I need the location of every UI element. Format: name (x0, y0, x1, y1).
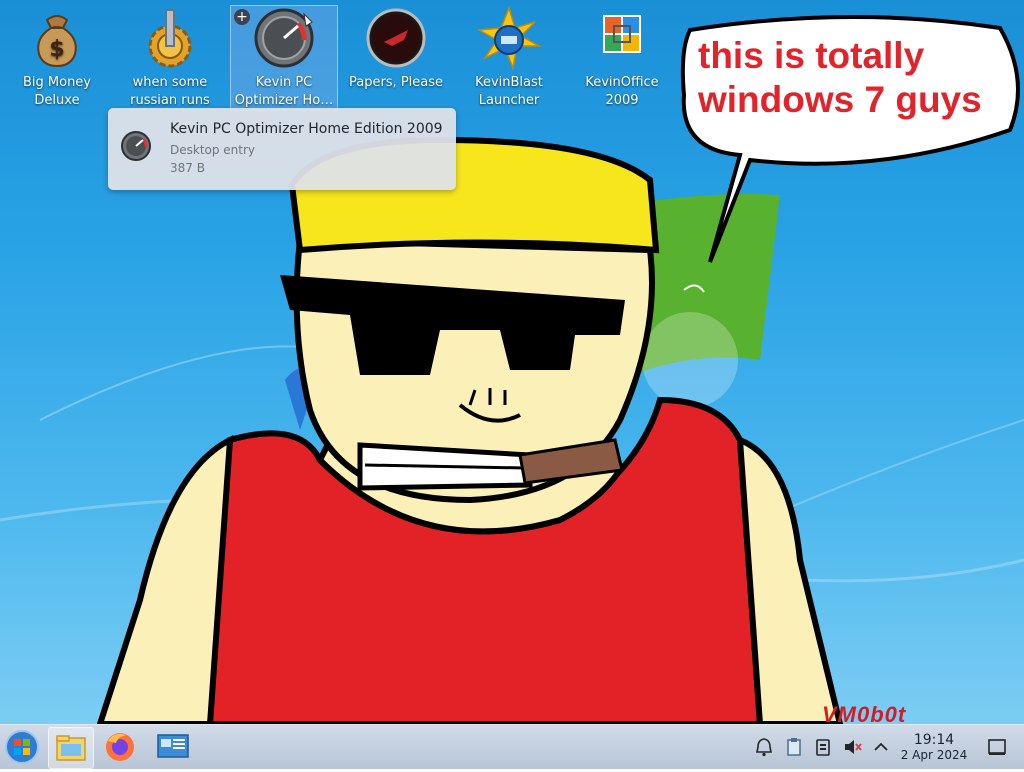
start-menu-button[interactable] (0, 727, 44, 767)
icon-label: Big Money Deluxe (22, 75, 91, 108)
taskbar-system-settings[interactable] (150, 727, 194, 767)
speedometer-icon (121, 131, 151, 161)
desktop-icon-kevinblast-launcher[interactable]: KevinBlast Launcher (456, 6, 562, 110)
artist-signature: VM0b0t (822, 702, 907, 724)
desktop-icon-kevinoffice-2009[interactable]: KevinOffice 2009 (569, 6, 675, 110)
desktop-icon-kevin-pc-optimizer[interactable]: + Kevin PC Optimizer Ho… (230, 5, 338, 111)
file-info-tooltip: Kevin PC Optimizer Home Edition 2009 Des… (108, 108, 456, 190)
kevinoffice-icon (603, 15, 641, 53)
gear-icon (148, 9, 192, 68)
icon-label: when some russian runs a… (130, 75, 210, 108)
volume-muted-icon[interactable] (842, 736, 864, 758)
taskbar-file-manager[interactable] (48, 727, 94, 769)
desktop[interactable]: $ Big Money Deluxe when some russian run… (0, 0, 1024, 724)
taskbar-firefox[interactable] (98, 727, 142, 767)
icon-label: KevinBlast Launcher (475, 75, 543, 108)
start-menu-icon (5, 730, 39, 764)
clipboard-icon[interactable] (783, 736, 805, 758)
clock-date[interactable]: 2 Apr 2024 (898, 748, 970, 762)
add-to-selection-icon[interactable]: + (234, 9, 250, 25)
firefox-icon (106, 733, 134, 761)
expand-tray-icon[interactable] (870, 736, 892, 758)
icon-label: Papers, Please (348, 75, 444, 90)
desktop-icon-when-some-russian[interactable]: when some russian runs a… (117, 6, 223, 110)
tooltip-type: Desktop entry (170, 143, 256, 157)
icon-label: Kevin PC Optimizer Ho… (234, 75, 334, 108)
kevinblast-icon (477, 6, 541, 70)
clock-time[interactable]: 19:14 (898, 732, 970, 748)
desktop-icon-papers-please[interactable]: Papers, Please (343, 6, 449, 110)
tooltip-title: Kevin PC Optimizer Home Edition 2009 (170, 121, 443, 137)
taskbar (0, 724, 1024, 769)
system-settings-icon (157, 734, 189, 758)
speech-bubble-text: this is totally windows 7 guys (698, 35, 982, 120)
file-manager-icon (56, 735, 86, 761)
icon-label: KevinOffice 2009 (585, 75, 659, 108)
device-icon[interactable] (812, 736, 834, 758)
show-desktop-icon[interactable] (986, 736, 1008, 758)
speedometer-icon (254, 8, 314, 68)
svg-text:$: $ (49, 37, 64, 62)
money-bag-icon: $ (37, 15, 77, 68)
papers-please-icon (366, 8, 426, 68)
notifications-bell-icon[interactable] (753, 736, 775, 758)
tooltip-size: 387 B (170, 161, 205, 175)
desktop-icon-big-money-deluxe[interactable]: $ Big Money Deluxe (4, 6, 110, 110)
